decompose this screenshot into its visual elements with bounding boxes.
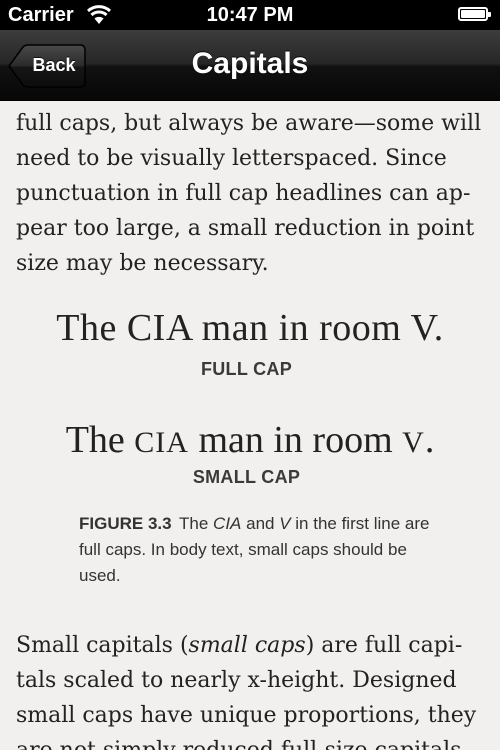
figure-number: FIGURE 3.3 [79, 514, 172, 533]
full-cap-label: FULL CAP [200, 359, 293, 379]
status-time: 10:47 PM [206, 4, 294, 26]
caption-text: and [241, 514, 280, 533]
small-cap-sample-part: v [402, 426, 425, 459]
small-cap-sample-part: man in room [188, 419, 403, 461]
body-paragraph: full caps, but always be aware—some will… [16, 111, 482, 276]
small-cap-sample: The cia man in room v. [0, 418, 500, 462]
small-cap-sample-part: The [65, 419, 135, 461]
caption-text: The [179, 514, 214, 533]
content-area[interactable]: full caps, but always be aware—some will… [0, 101, 500, 750]
body-emphasis: small caps [188, 633, 306, 658]
caption-emphasis: V [279, 514, 291, 533]
small-cap-sample-part: . [424, 419, 435, 461]
body-paragraph: Small capitals (small caps) are full cap… [16, 628, 486, 750]
back-button-label: Back [32, 55, 76, 75]
body-text: Small capitals ( [16, 633, 189, 658]
figure-caption: FIGURE 3.3 The CIA and V in the first li… [79, 511, 439, 589]
back-button[interactable]: Back [8, 44, 86, 88]
battery-icon [458, 7, 491, 21]
small-cap-sample-part: cia [134, 426, 189, 459]
navigation-bar: Back Capitals [0, 30, 500, 101]
status-bar: Carrier 10:47 PM [0, 0, 500, 30]
caption-emphasis: CIA [213, 514, 242, 533]
small-cap-label: SMALL CAP [192, 467, 301, 487]
full-cap-sample: The CIA man in room V. [56, 307, 444, 349]
